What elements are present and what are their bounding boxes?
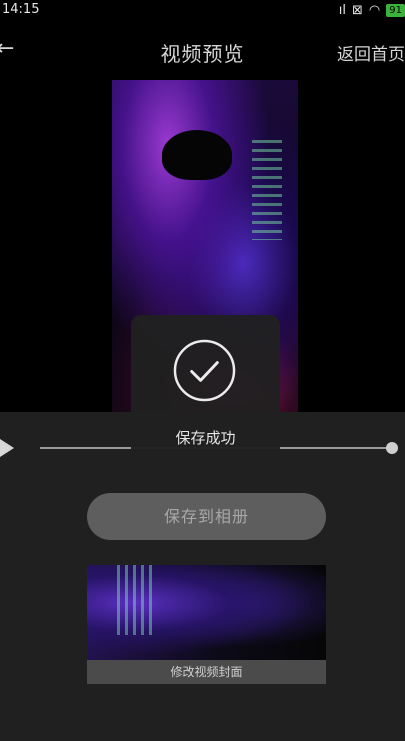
home-button[interactable]: 返回首页 bbox=[337, 40, 405, 65]
play-icon[interactable] bbox=[0, 439, 14, 457]
battery-icon: 91 bbox=[386, 4, 405, 17]
status-bar: 14:15 ıl ⊠ ◠ 91 bbox=[0, 0, 405, 22]
signal-icon: ıl bbox=[338, 3, 347, 18]
notification-icon: ⊠ bbox=[352, 3, 363, 18]
edit-cover-button[interactable]: 修改视频封面 bbox=[87, 660, 326, 684]
video-frame-detail bbox=[162, 130, 232, 180]
cover-light-detail bbox=[117, 565, 157, 635]
status-icons: ıl ⊠ ◠ 91 bbox=[339, 3, 405, 18]
video-light-detail bbox=[252, 140, 282, 240]
status-time: 14:15 bbox=[2, 2, 40, 17]
save-to-album-button[interactable]: 保存到相册 bbox=[87, 493, 326, 540]
wifi-icon: ◠ bbox=[368, 3, 381, 18]
cover-thumbnail[interactable] bbox=[87, 565, 326, 660]
success-toast: 保存成功 bbox=[131, 315, 280, 461]
navbar: ← 视频预览 返回首页 bbox=[0, 30, 405, 70]
progress-thumb[interactable] bbox=[386, 442, 398, 454]
toast-message: 保存成功 bbox=[175, 429, 236, 447]
check-icon bbox=[173, 339, 236, 402]
